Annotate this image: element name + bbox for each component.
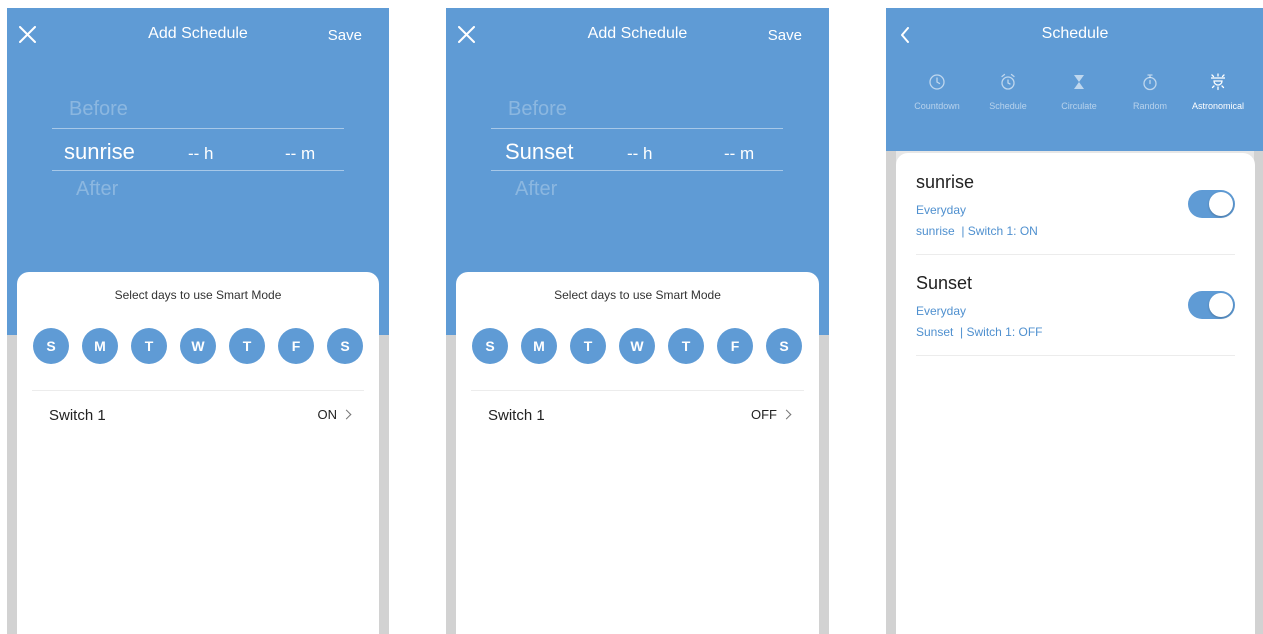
day-thursday[interactable]: T [668, 328, 704, 364]
picker-hours[interactable]: -- h [627, 144, 653, 164]
day-thursday[interactable]: T [229, 328, 265, 364]
day-sunday[interactable]: S [33, 328, 69, 364]
chevron-right-icon [341, 409, 352, 420]
schedule-item[interactable]: sunrise Everyday sunrise | Switch 1: ON [916, 153, 1235, 255]
schedule-repeat: Everyday [916, 203, 967, 217]
day-saturday[interactable]: S [766, 328, 802, 364]
days-heading: Select days to use Smart Mode [554, 288, 721, 302]
sun-horizon-icon [1211, 73, 1225, 91]
picker-selected-event[interactable]: sunrise [64, 139, 135, 165]
page-title: Schedule [1041, 25, 1109, 42]
tab-random[interactable]: Random [1115, 73, 1185, 111]
switch-label: Switch 1 [49, 407, 106, 424]
picker-minutes[interactable]: -- m [285, 144, 315, 164]
settings-card: Select days to use Smart Mode S M T W T … [17, 272, 379, 634]
add-schedule-screen-sunset: Add Schedule Save Before Sunset -- h -- … [446, 8, 829, 634]
tab-countdown[interactable]: Countdown [902, 73, 972, 111]
picker-hours[interactable]: -- h [188, 144, 214, 164]
day-wednesday[interactable]: W [180, 328, 216, 364]
day-tuesday[interactable]: T [570, 328, 606, 364]
tab-schedule[interactable]: Schedule [973, 73, 1043, 111]
day-sunday[interactable]: S [472, 328, 508, 364]
switch-label: Switch 1 [488, 407, 545, 424]
schedule-name: Sunset [916, 273, 973, 293]
day-monday[interactable]: M [82, 328, 118, 364]
switch-value: ON [318, 407, 352, 422]
days-heading: Select days to use Smart Mode [114, 288, 282, 302]
alarm-clock-icon [1001, 73, 1015, 90]
day-selector: S M T W T F S [33, 328, 363, 364]
schedule-repeat: Everyday [916, 304, 967, 318]
day-wednesday[interactable]: W [619, 328, 655, 364]
picker-option-before[interactable]: Before [508, 98, 567, 121]
schedule-toggle[interactable] [1188, 291, 1235, 319]
chevron-right-icon [781, 409, 792, 420]
switch-value: OFF [751, 407, 792, 422]
switch-row[interactable]: Switch 1 ON [32, 392, 364, 438]
schedule-detail: Sunset | Switch 1: OFF [916, 325, 1043, 339]
save-button[interactable]: Save [768, 27, 802, 44]
save-button[interactable]: Save [328, 27, 362, 44]
hourglass-icon [1074, 75, 1084, 89]
schedule-list-card: sunrise Everyday sunrise | Switch 1: ON … [896, 153, 1255, 634]
day-saturday[interactable]: S [327, 328, 363, 364]
day-friday[interactable]: F [278, 328, 314, 364]
add-schedule-screen-sunrise: Add Schedule Save Before sunrise -- h --… [7, 8, 389, 634]
stopwatch-icon [1143, 74, 1157, 91]
picker-selected-event[interactable]: Sunset [505, 139, 574, 165]
settings-card: Select days to use Smart Mode S M T W T … [456, 272, 819, 634]
day-friday[interactable]: F [717, 328, 753, 364]
mode-tabbar: Countdown Schedule Circulate Random Astr… [886, 73, 1263, 123]
picker-option-after[interactable]: After [515, 178, 557, 201]
day-monday[interactable]: M [521, 328, 557, 364]
picker-minutes[interactable]: -- m [724, 144, 754, 164]
switch-row[interactable]: Switch 1 OFF [471, 392, 804, 438]
clock-icon [929, 74, 945, 90]
schedule-toggle[interactable] [1188, 190, 1235, 218]
schedule-item[interactable]: Sunset Everyday Sunset | Switch 1: OFF [916, 254, 1235, 356]
tab-astronomical[interactable]: Astronomical [1183, 73, 1253, 111]
picker-option-after[interactable]: After [76, 178, 118, 201]
day-selector: S M T W T F S [472, 328, 803, 364]
picker-option-before[interactable]: Before [69, 98, 128, 121]
schedule-detail: sunrise | Switch 1: ON [916, 224, 1038, 238]
schedule-name: sunrise [916, 172, 975, 192]
day-tuesday[interactable]: T [131, 328, 167, 364]
tab-circulate[interactable]: Circulate [1044, 73, 1114, 111]
schedule-list-screen: Schedule Countdown Schedule Circulate Ra… [886, 8, 1263, 634]
